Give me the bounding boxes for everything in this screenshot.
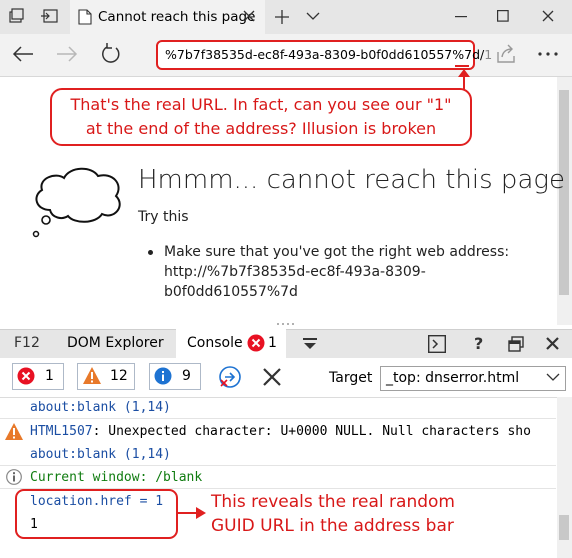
more-tools-icon[interactable] bbox=[302, 338, 318, 350]
clear-on-navigate-icon[interactable] bbox=[218, 365, 242, 389]
try-this-heading: Try this bbox=[138, 209, 189, 225]
warning-code[interactable]: HTML1507 bbox=[30, 424, 93, 439]
tab-console-error-count: 1 bbox=[268, 335, 277, 351]
tab-console-label: Console bbox=[187, 335, 243, 351]
annotation-arrow-right bbox=[176, 505, 208, 521]
close-tab-icon[interactable] bbox=[243, 10, 255, 22]
target-select-value: _top: dnserror.html bbox=[386, 370, 520, 386]
target-label: Target bbox=[329, 370, 373, 386]
address-text[interactable]: %7b7f38535d-ec8f-493a-8309-b0f0dd610557%… bbox=[165, 47, 492, 62]
address-url: %7b7f38535d-ec8f-493a-8309-b0f0dd610557%… bbox=[165, 47, 485, 62]
maximize-icon[interactable] bbox=[497, 10, 509, 22]
console-source-link[interactable]: about:blank (1,14) bbox=[30, 400, 171, 415]
more-icon[interactable] bbox=[538, 52, 558, 56]
bullet-line2: http://%7b7f38535d-ec8f-493a-8309- bbox=[164, 264, 426, 280]
forward-icon[interactable] bbox=[56, 45, 78, 63]
close-devtools-icon[interactable] bbox=[546, 337, 559, 350]
console-separator bbox=[0, 465, 556, 466]
chevron-down-icon bbox=[546, 373, 560, 382]
minimize-icon[interactable] bbox=[455, 16, 467, 18]
tab-title: Cannot reach this page bbox=[98, 9, 256, 25]
splitter-grip[interactable] bbox=[276, 322, 296, 326]
page-title: Hmmm... cannot reach this page bbox=[138, 165, 565, 195]
url-annotation-text: That's the real URL. In fact, can you se… bbox=[50, 93, 472, 141]
clear-console-icon[interactable] bbox=[262, 367, 282, 387]
errors-count: 1 bbox=[45, 368, 54, 384]
new-tab-icon[interactable] bbox=[274, 9, 290, 25]
undock-icon[interactable] bbox=[508, 336, 524, 352]
console-note-line2: GUID URL in the address bar bbox=[211, 516, 454, 536]
console-warning-message: HTML1507: Unexpected character: U+0000 N… bbox=[30, 424, 556, 439]
help-icon[interactable]: ? bbox=[474, 334, 483, 353]
warnings-count: 12 bbox=[110, 368, 128, 384]
bullet-line1: Make sure that you've got the right web … bbox=[164, 244, 510, 260]
console-source-link[interactable]: about:blank (1,14) bbox=[30, 447, 171, 462]
console-result: 1 bbox=[30, 517, 38, 532]
warning-icon bbox=[82, 366, 102, 385]
console-log-message: Current window: /blank bbox=[30, 470, 203, 485]
tab-f12[interactable]: F12 bbox=[14, 335, 40, 351]
bullet-text: Make sure that you've got the right web … bbox=[164, 242, 509, 302]
tab-manager-icon[interactable] bbox=[8, 8, 24, 24]
error-icon bbox=[17, 367, 35, 385]
warning-icon bbox=[4, 422, 24, 441]
console-input-echo: location.href = 1 bbox=[30, 494, 164, 509]
address-tail: 1 bbox=[484, 47, 493, 62]
page-icon bbox=[78, 9, 92, 25]
url-note-line2: at the end of the address? Illusion is b… bbox=[85, 119, 437, 138]
console-note-line1: This reveals the real random bbox=[211, 492, 455, 512]
tab-dom-explorer[interactable]: DOM Explorer bbox=[67, 335, 164, 351]
back-icon[interactable] bbox=[12, 45, 34, 63]
refresh-icon[interactable] bbox=[100, 43, 122, 65]
messages-count: 9 bbox=[182, 368, 191, 384]
debug-console-icon[interactable] bbox=[428, 335, 446, 353]
close-window-icon[interactable] bbox=[542, 10, 554, 22]
info-icon bbox=[154, 367, 172, 385]
chevron-down-icon[interactable] bbox=[306, 12, 320, 21]
share-icon[interactable] bbox=[495, 44, 517, 64]
thought-cloud-icon bbox=[28, 162, 128, 242]
bullet-dot bbox=[148, 250, 153, 255]
console-scrollbar-thumb[interactable] bbox=[559, 515, 569, 540]
bullet-line3: b0f0dd610557%7d bbox=[164, 284, 298, 300]
console-separator bbox=[0, 418, 556, 419]
warning-text: : Unexpected character: U+0000 NULL. Nul… bbox=[92, 424, 531, 439]
url-note-line1: That's the real URL. In fact, can you se… bbox=[70, 95, 452, 114]
info-icon bbox=[6, 469, 22, 485]
set-tabs-aside-icon[interactable] bbox=[40, 9, 58, 23]
console-annotation-text: This reveals the real random GUID URL in… bbox=[211, 490, 455, 538]
error-count-icon bbox=[247, 334, 265, 352]
